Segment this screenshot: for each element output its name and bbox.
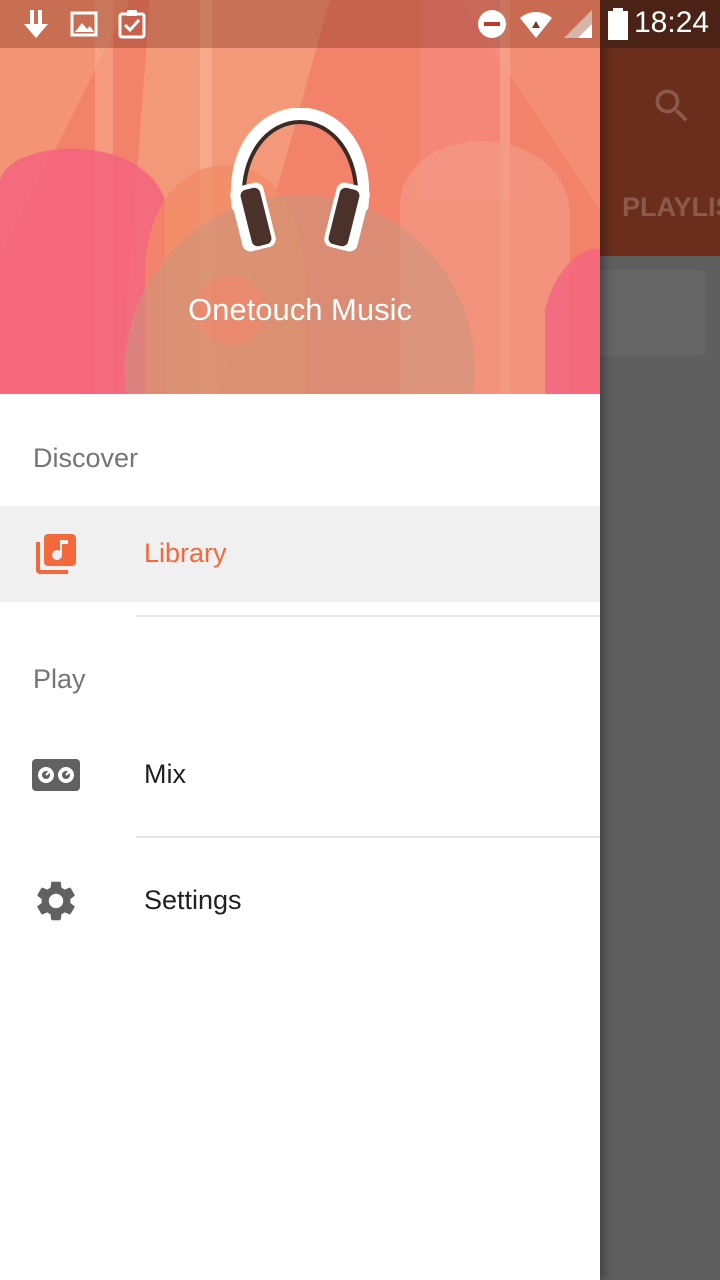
clock: 18:24 [634,6,710,39]
signal-icon [564,10,592,38]
settings-icon [37,881,75,921]
divider [136,615,600,617]
app-name: Onetouch Music [188,292,412,327]
nav-item-library[interactable]: Library [0,506,600,602]
nav-label-mix: Mix [144,759,186,789]
nav-label-library: Library [144,538,227,568]
mix-icon [32,759,80,791]
search-icon[interactable] [650,84,694,128]
drawer-header: Onetouch Music [0,0,600,394]
clipboard-check-icon [118,10,146,39]
divider [136,836,600,838]
nav-label-settings: Settings [144,885,242,915]
section-header-play: Play [33,664,86,694]
battery-icon [608,8,628,40]
image-icon [70,11,98,37]
library-music-icon [36,534,76,574]
section-header-discover: Discover [33,443,139,473]
do-not-disturb-icon [478,10,506,38]
nav-item-settings[interactable]: Settings [0,853,600,949]
wifi-icon [520,12,552,38]
navigation-drawer: Onetouch Music Discover Library Play Mix… [0,0,600,1280]
headphones-icon [230,108,370,252]
nav-item-mix[interactable]: Mix [0,727,600,823]
download-icon [24,10,48,38]
status-bar: 18:24 [0,0,720,48]
tab-playlists[interactable]: PLAYLIS [622,192,720,223]
